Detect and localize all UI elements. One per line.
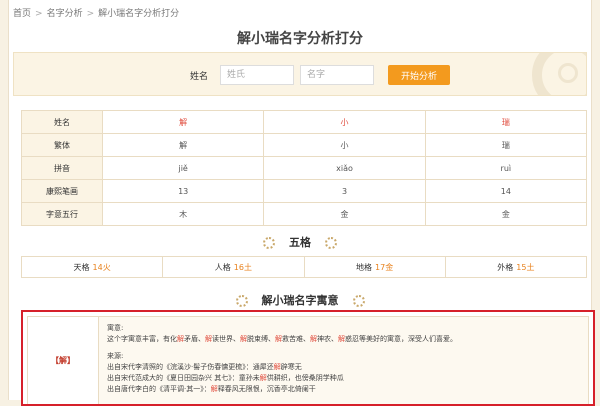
flower-ornament-icon bbox=[352, 295, 365, 307]
breadcrumb-separator: > bbox=[35, 9, 43, 19]
text-segment: 出自宋代范成大的《夏日田园杂兴 其七》：童孙未 bbox=[107, 374, 260, 382]
flower-ornament-icon bbox=[235, 295, 248, 307]
breadcrumb-home-link[interactable]: 首页 bbox=[13, 9, 31, 19]
wuge-label: 外格 bbox=[497, 262, 514, 272]
highlighted-char: 解 bbox=[210, 385, 218, 393]
decorative-circle-icon bbox=[558, 63, 578, 83]
table-cell: 金 bbox=[263, 202, 426, 226]
surname-input[interactable] bbox=[220, 65, 294, 85]
page-title: 解小瑞名字分析打分 bbox=[237, 31, 363, 47]
table-cell: ruì bbox=[424, 156, 588, 180]
table-cell: 解 bbox=[101, 110, 265, 134]
meaning-char-cell: 【解】 bbox=[28, 317, 99, 404]
wuge-label: 人格 bbox=[214, 262, 231, 272]
highlighted-char: 解 bbox=[259, 374, 267, 382]
breadcrumb-name-analysis-link[interactable]: 名字分析 bbox=[47, 9, 83, 19]
highlighted-char: 解 bbox=[205, 335, 212, 343]
wuge-value: 15土 bbox=[516, 262, 535, 272]
name-search-panel: 姓名 开始分析 bbox=[13, 52, 587, 96]
flower-ornament-icon bbox=[263, 237, 275, 249]
wuge-label: 地格 bbox=[356, 262, 373, 272]
wuge-value: 14火 bbox=[92, 262, 111, 272]
text-segment: 辟寒无 bbox=[280, 363, 302, 371]
breadcrumb: 首页 > 名字分析 > 解小瑞名字分析打分 bbox=[13, 6, 179, 19]
text-segment: 神农、 bbox=[317, 335, 338, 343]
text-segment: 出自宋代李清照的《浣溪沙·髻子伤春慵更梳》：通犀还 bbox=[107, 363, 274, 371]
wuge-heading: 五格 bbox=[9, 234, 591, 250]
name-label: 姓名 bbox=[190, 72, 209, 82]
meaning-description: 这个字寓意丰富，有化解矛盾、解读世界、解脱束缚、解救苦难、解神农、解惑忍等美好的… bbox=[107, 334, 580, 345]
text-segment: 惑忍等美好的寓意，深受人们喜爱。 bbox=[345, 335, 457, 343]
row-header: 字意五行 bbox=[21, 202, 103, 226]
table-cell: jiě bbox=[101, 156, 265, 180]
wuge-cell: 人格 16土 bbox=[163, 257, 305, 277]
source-line: 出自宋代李清照的《浣溪沙·髻子伤春慵更梳》：通犀还解辟寒无 bbox=[107, 362, 580, 373]
text-segment: 出自唐代李白的《清平调·其一》： bbox=[107, 385, 211, 393]
highlighted-char: 解 bbox=[273, 363, 281, 371]
table-row: 繁体解小瑞 bbox=[21, 133, 588, 157]
table-cell: 瑞 bbox=[424, 110, 588, 134]
table-cell: 小 bbox=[263, 110, 426, 134]
breadcrumb-current: 解小瑞名字分析打分 bbox=[98, 9, 180, 19]
given-name-input[interactable] bbox=[300, 65, 374, 85]
text-segment: 释春风无限恨，沉香亭北倚阑干 bbox=[217, 385, 316, 393]
table-cell: 金 bbox=[424, 202, 588, 226]
source-line: 出自唐代李白的《清平调·其一》：解释春风无限恨，沉香亭北倚阑干 bbox=[107, 384, 580, 395]
table-cell: 13 bbox=[101, 179, 265, 203]
table-cell: 3 bbox=[263, 179, 426, 203]
source-label: 来源: bbox=[107, 352, 124, 360]
wuge-cell: 地格 17金 bbox=[305, 257, 446, 277]
page-container: 首页>名字分析>解小瑞名字分析打分 解小瑞名字分析打分 姓名 开始分析 姓名解小… bbox=[8, 0, 595, 406]
text-segment: 读世界、 bbox=[212, 335, 240, 343]
meaning-label: 寓意: bbox=[107, 324, 124, 332]
wuge-title: 五格 bbox=[289, 236, 311, 249]
flower-ornament-icon bbox=[325, 237, 337, 249]
row-header: 拼音 bbox=[21, 156, 103, 180]
meaning-heading: 解小瑞名字寓意 bbox=[9, 292, 591, 308]
meaning-section: 【解】 寓意: 这个字寓意丰富，有化解矛盾、解读世界、解脱束缚、解救苦难、解神农… bbox=[21, 310, 595, 406]
highlighted-char: 解 bbox=[240, 335, 247, 343]
meaning-table: 【解】 寓意: 这个字寓意丰富，有化解矛盾、解读世界、解脱束缚、解救苦难、解神农… bbox=[27, 316, 589, 404]
start-analysis-button[interactable]: 开始分析 bbox=[388, 65, 450, 85]
wuge-value: 16土 bbox=[233, 262, 252, 272]
name-info-table: 姓名解小瑞繁体解小瑞拼音 jiě xiǎo ruì 康熙笔画 13 3 14 字意五行木金金 bbox=[21, 110, 588, 226]
row-header: 康熙笔画 bbox=[21, 179, 103, 203]
text-segment: 供耕织，也傍桑阴学种瓜 bbox=[266, 374, 344, 382]
text-segment: 脱束缚、 bbox=[247, 335, 275, 343]
wuge-label: 天格 bbox=[73, 262, 90, 272]
table-row: 字意五行木金金 bbox=[21, 202, 588, 226]
table-row: 姓名解小瑞 bbox=[21, 110, 588, 134]
table-cell: 小 bbox=[263, 133, 426, 157]
row-header: 繁体 bbox=[21, 133, 103, 157]
wuge-value: 17金 bbox=[375, 262, 394, 272]
table-cell: 解 bbox=[101, 133, 265, 157]
meaning-title: 解小瑞名字寓意 bbox=[261, 294, 339, 307]
wuge-cell: 外格 15土 bbox=[446, 257, 586, 277]
table-cell: 瑞 bbox=[424, 133, 588, 157]
table-row: 拼音 jiě xiǎo ruì bbox=[21, 156, 588, 180]
source-line: 出自宋代范成大的《夏日田园杂兴 其七》：童孙未解供耕织，也傍桑阴学种瓜 bbox=[107, 373, 580, 384]
highlighted-char: 解 bbox=[275, 335, 282, 343]
wuge-cell: 天格 14火 bbox=[22, 257, 164, 277]
highlighted-char: 解 bbox=[177, 335, 184, 343]
meaning-text-cell: 寓意: 这个字寓意丰富，有化解矛盾、解读世界、解脱束缚、解救苦难、解神农、解惑忍… bbox=[99, 317, 588, 404]
breadcrumb-separator: > bbox=[86, 9, 95, 19]
wuge-row: 天格 14火 人格 16土 地格 17金 外格 15土 bbox=[21, 256, 587, 278]
table-cell: xiǎo bbox=[263, 156, 426, 180]
text-segment: 矛盾、 bbox=[184, 335, 205, 343]
highlighted-char: 解 bbox=[310, 335, 317, 343]
text-segment: 救苦难、 bbox=[282, 335, 310, 343]
row-header: 姓名 bbox=[21, 110, 103, 134]
table-row: 康熙笔画 13 3 14 bbox=[21, 179, 588, 203]
table-cell: 14 bbox=[424, 179, 588, 203]
highlighted-char: 解 bbox=[338, 335, 345, 343]
table-cell: 木 bbox=[101, 202, 265, 226]
text-segment: 这个字寓意丰富，有化 bbox=[107, 335, 177, 343]
